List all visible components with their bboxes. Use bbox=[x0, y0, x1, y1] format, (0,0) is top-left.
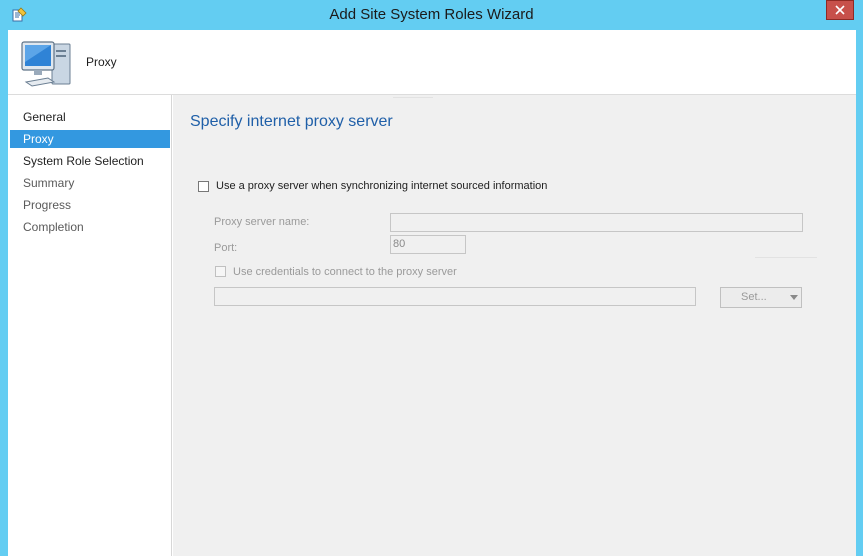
divider bbox=[393, 97, 433, 98]
wizard-content: Specify internet proxy server Use a prox… bbox=[173, 95, 856, 556]
nav-item-summary[interactable]: Summary bbox=[10, 174, 170, 192]
nav-item-system-role-selection[interactable]: System Role Selection bbox=[10, 152, 170, 170]
title-bar: Add Site System Roles Wizard bbox=[0, 0, 863, 30]
port-input[interactable]: 80 bbox=[390, 235, 466, 254]
computer-icon bbox=[21, 41, 71, 87]
set-credentials-dropdown-button[interactable]: Set... bbox=[720, 287, 802, 308]
use-credentials-checkbox[interactable] bbox=[215, 266, 226, 277]
nav-item-general[interactable]: General bbox=[10, 108, 170, 126]
use-proxy-checkbox[interactable] bbox=[198, 181, 209, 192]
wizard-window: Proxy General Proxy System Role Selectio… bbox=[8, 30, 856, 556]
section-heading: Specify internet proxy server bbox=[190, 113, 393, 130]
page-title: Proxy bbox=[86, 55, 117, 69]
wizard-header: Proxy bbox=[8, 30, 856, 95]
use-credentials-label: Use credentials to connect to the proxy … bbox=[233, 266, 457, 278]
close-icon bbox=[835, 5, 845, 15]
proxy-server-name-input[interactable] bbox=[390, 213, 803, 232]
use-proxy-label: Use a proxy server when synchronizing in… bbox=[216, 180, 548, 192]
close-button[interactable] bbox=[826, 0, 854, 20]
chevron-down-icon bbox=[790, 295, 798, 300]
port-label: Port: bbox=[214, 242, 238, 254]
nav-item-completion[interactable]: Completion bbox=[10, 218, 170, 236]
divider bbox=[755, 257, 817, 258]
nav-item-proxy[interactable]: Proxy bbox=[10, 130, 170, 148]
proxy-server-name-label: Proxy server name: bbox=[214, 216, 310, 228]
nav-item-progress[interactable]: Progress bbox=[10, 196, 170, 214]
window-title: Add Site System Roles Wizard bbox=[329, 6, 534, 23]
set-button-label: Set... bbox=[741, 291, 767, 303]
wizard-steps-nav: General Proxy System Role Selection Summ… bbox=[8, 95, 172, 556]
credentials-input[interactable] bbox=[214, 287, 696, 306]
